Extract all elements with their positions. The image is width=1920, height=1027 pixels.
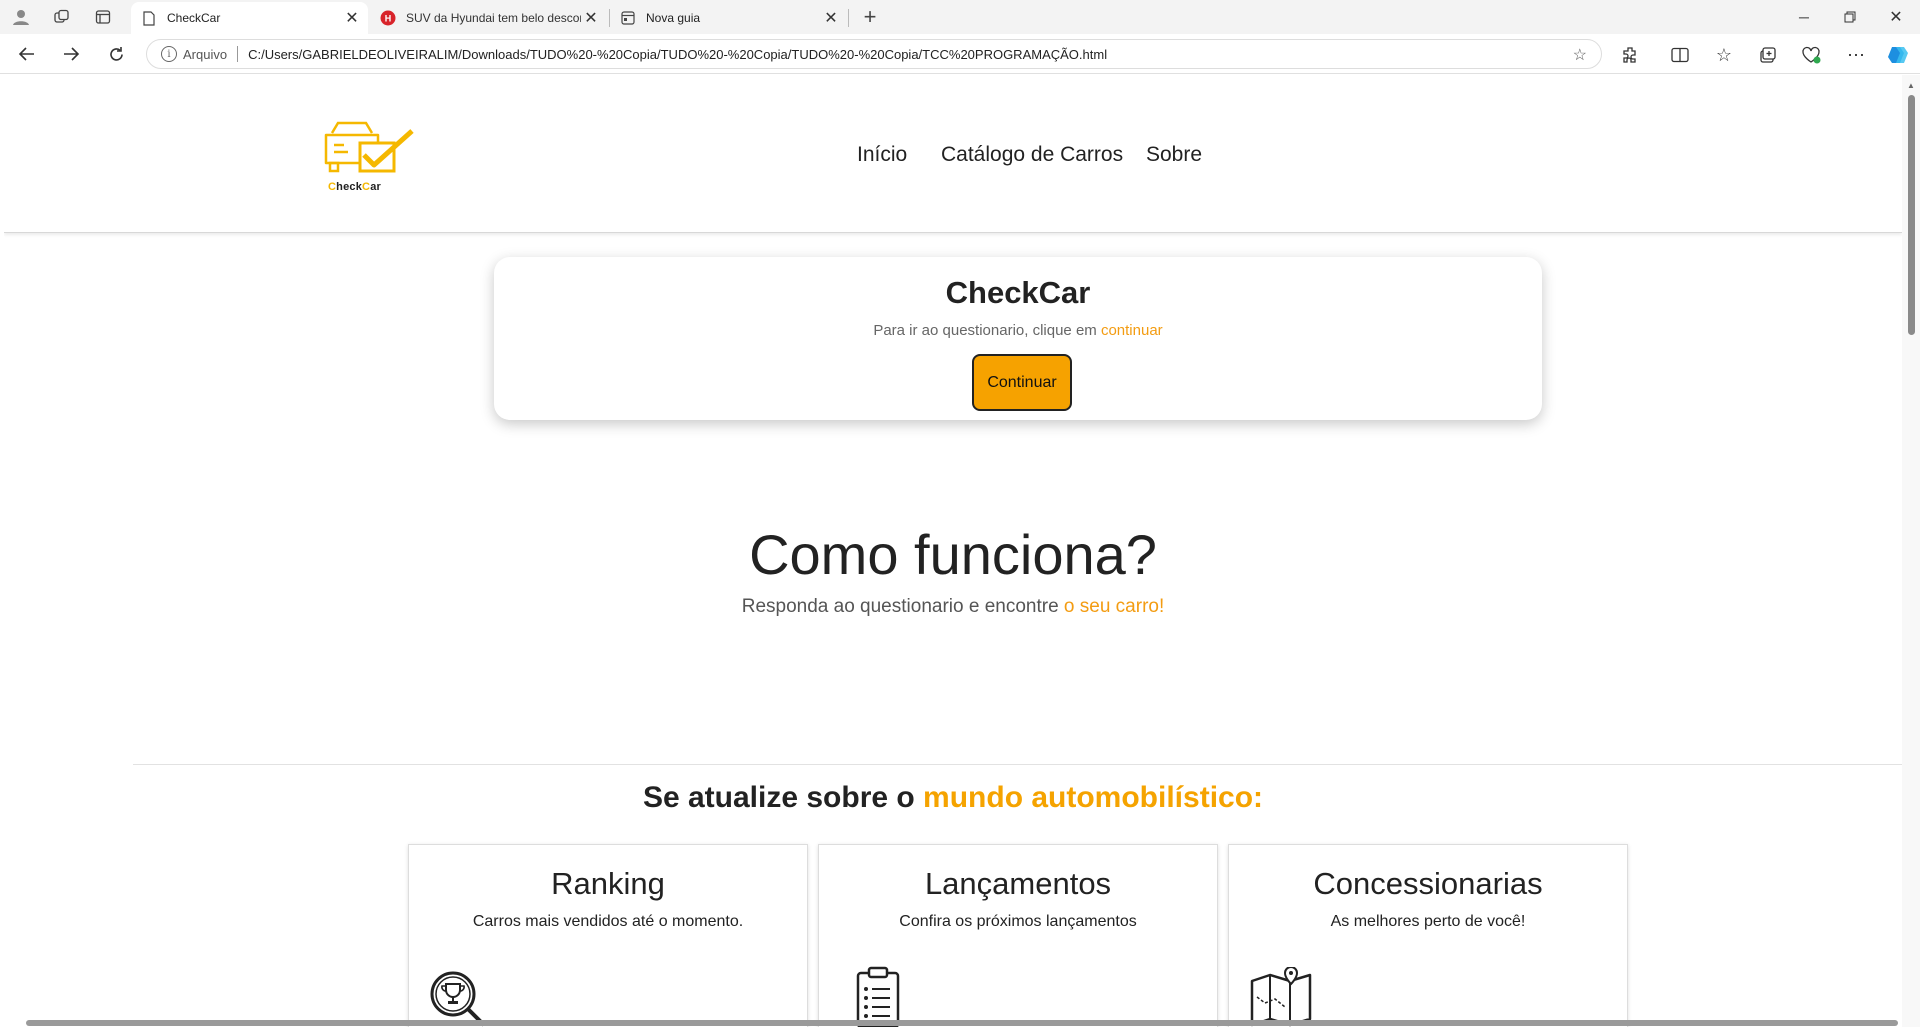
tab-new[interactable]: Nova guia ✕ — [610, 2, 847, 34]
card-subtitle: Carros mais vendidos até o momento. — [472, 913, 744, 930]
card-title: Ranking — [551, 866, 665, 901]
restore-icon[interactable] — [1827, 0, 1873, 34]
extensions-icon[interactable] — [1617, 42, 1643, 68]
hero-subtitle: Para ir ao questionario, clique em conti… — [494, 322, 1542, 339]
new-tab-page-icon — [620, 10, 636, 26]
forward-icon[interactable] — [57, 40, 85, 68]
site-info-icon[interactable]: i — [161, 46, 177, 62]
address-bar[interactable]: i Arquivo C:/Users/GABRIELDEOLIVEIRALIM/… — [146, 39, 1602, 69]
clipboard-checklist-icon — [849, 965, 909, 1027]
web-page: CheckCar Início Catálogo de Carros Sobre… — [4, 75, 1902, 1027]
checkcar-logo[interactable]: CheckCar — [322, 119, 416, 195]
hero-title: CheckCar — [945, 275, 1091, 310]
card-title: Lançamentos — [924, 866, 1112, 901]
profile-icon[interactable] — [9, 5, 33, 29]
nav-catalogo-de-carros[interactable]: Catálogo de Carros — [941, 143, 1123, 167]
continue-button[interactable]: Continuar — [972, 354, 1072, 411]
tab-title: SUV da Hyundai tem belo descon — [406, 11, 581, 25]
browser-tab-bar: CheckCar ✕ H SUV da Hyundai tem belo des… — [0, 0, 1920, 34]
horizontal-scrollbar[interactable] — [26, 1020, 1898, 1026]
news-title-text: Se atualize sobre o — [642, 781, 924, 814]
collections-icon[interactable] — [1754, 42, 1780, 68]
favorite-star-icon[interactable]: ☆ — [1573, 45, 1587, 65]
scroll-thumb[interactable] — [1908, 95, 1915, 335]
tab-checkcar[interactable]: CheckCar ✕ — [131, 2, 368, 34]
card-ranking[interactable]: Ranking Carros mais vendidos até o momen… — [408, 844, 808, 1027]
site-header: CheckCar Início Catálogo de Carros Sobre — [4, 75, 1902, 233]
address-scheme-label: Arquivo — [183, 46, 228, 62]
close-window-icon[interactable]: ✕ — [1873, 0, 1919, 34]
nav-inicio[interactable]: Início — [857, 143, 907, 167]
new-tab-plus-icon[interactable]: + — [858, 4, 882, 29]
copilot-icon[interactable] — [1885, 42, 1911, 68]
browser-toolbar: i Arquivo C:/Users/GABRIELDEOLIVEIRALIM/… — [0, 34, 1920, 74]
card-title: Concessionarias — [1313, 866, 1543, 901]
tab-actions-icon[interactable] — [91, 5, 115, 29]
svg-text:H: H — [385, 14, 392, 24]
back-icon[interactable] — [13, 40, 41, 68]
tab-title: Nova guia — [646, 11, 701, 25]
minimize-icon[interactable]: ─ — [1781, 0, 1827, 34]
how-subtitle-highlight: o seu carro! — [1063, 596, 1165, 617]
how-it-works-title: Como funciona? — [749, 523, 1157, 586]
split-screen-icon[interactable] — [1667, 42, 1693, 68]
scroll-up-icon[interactable]: ▲ — [1907, 81, 1915, 90]
refresh-icon[interactable] — [102, 40, 130, 68]
close-tab-icon[interactable]: ✕ — [342, 8, 362, 28]
card-concessionarias[interactable]: Concessionarias As melhores perto de voc… — [1228, 844, 1628, 1027]
trophy-magnifier-icon — [429, 970, 489, 1027]
section-divider — [133, 764, 1902, 765]
more-options-icon[interactable]: ⋯ — [1843, 42, 1869, 68]
card-subtitle: Confira os próximos lançamentos — [899, 913, 1137, 930]
logo-wordmark: CheckCar — [328, 181, 381, 193]
card-subtitle: As melhores perto de você! — [1330, 913, 1526, 930]
address-url[interactable]: C:/Users/GABRIELDEOLIVEIRALIM/Downloads/… — [248, 47, 1107, 62]
hero-card: CheckCar Para ir ao questionario, clique… — [494, 257, 1542, 420]
workspaces-icon[interactable] — [50, 5, 74, 29]
tab-separator — [848, 9, 849, 27]
favorites-icon[interactable]: ☆ — [1711, 42, 1737, 68]
tab-hyundai[interactable]: H SUV da Hyundai tem belo descon ✕ — [370, 2, 607, 34]
address-separator — [237, 46, 239, 62]
nav-sobre[interactable]: Sobre — [1146, 143, 1202, 167]
hero-continue-link[interactable]: continuar — [1101, 322, 1163, 339]
news-title-highlight: mundo automobilístico: — [923, 781, 1264, 814]
news-site-icon: H — [380, 10, 396, 26]
hero-subtitle-text: Para ir ao questionario, clique em — [873, 322, 1101, 339]
close-tab-icon[interactable]: ✕ — [821, 8, 841, 28]
browser-essentials-icon[interactable] — [1798, 42, 1824, 68]
close-tab-icon[interactable]: ✕ — [581, 8, 601, 28]
news-section-title: Se atualize sobre o mundo automobilístic… — [4, 781, 1902, 815]
car-check-logo-icon — [324, 121, 414, 173]
vertical-scrollbar[interactable]: ▲ — [1902, 75, 1920, 1027]
how-subtitle-text: Responda ao questionario e encontre — [741, 596, 1064, 617]
how-it-works-subtitle: Responda ao questionario e encontre o se… — [4, 596, 1902, 618]
page-icon — [141, 10, 157, 26]
map-pin-icon — [1249, 966, 1312, 1027]
tab-title: CheckCar — [167, 11, 221, 25]
card-lancamentos[interactable]: Lançamentos Confira os próximos lançamen… — [818, 844, 1218, 1027]
